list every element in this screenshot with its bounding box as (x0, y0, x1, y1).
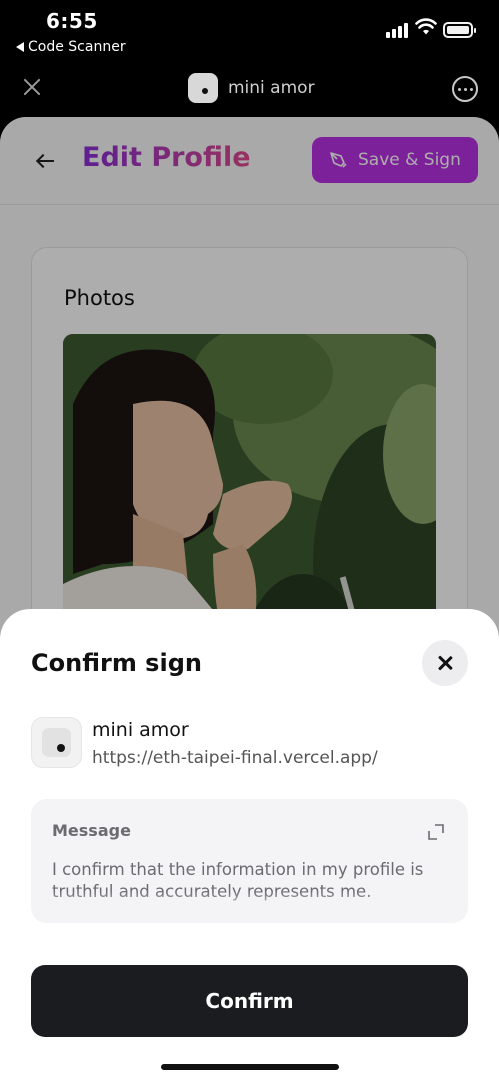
status-time: 6:55 (46, 9, 98, 33)
mini-app-logo-icon (188, 73, 218, 103)
close-icon[interactable] (422, 640, 468, 686)
battery-icon (443, 22, 476, 38)
mini-app-title: mini amor (228, 78, 315, 98)
app-logo-icon (31, 717, 82, 768)
close-icon[interactable] (18, 74, 46, 102)
message-fade (31, 891, 468, 923)
app-url: https://eth-taipei-final.vercel.app/ (92, 748, 378, 768)
message-label: Message (52, 821, 131, 840)
status-bar: 6:55 Code Scanner (0, 0, 499, 62)
back-to-app-link[interactable]: Code Scanner (16, 39, 126, 55)
back-triangle-icon (16, 42, 24, 52)
message-box: Message I confirm that the information i… (31, 799, 468, 923)
confirm-button[interactable]: Confirm (31, 965, 468, 1037)
back-app-label: Code Scanner (28, 39, 126, 55)
signal-icon (386, 23, 408, 38)
confirm-sign-sheet: Confirm sign mini amor https://eth-taipe… (0, 609, 499, 1080)
app-name: mini amor (92, 719, 189, 741)
home-indicator (161, 1064, 339, 1070)
more-options-icon[interactable] (452, 76, 478, 102)
wifi-icon (415, 18, 437, 35)
mini-app-title-group: mini amor (188, 73, 315, 103)
sheet-title: Confirm sign (31, 649, 202, 677)
mini-app-header: mini amor (0, 62, 499, 118)
expand-icon[interactable] (427, 823, 445, 841)
